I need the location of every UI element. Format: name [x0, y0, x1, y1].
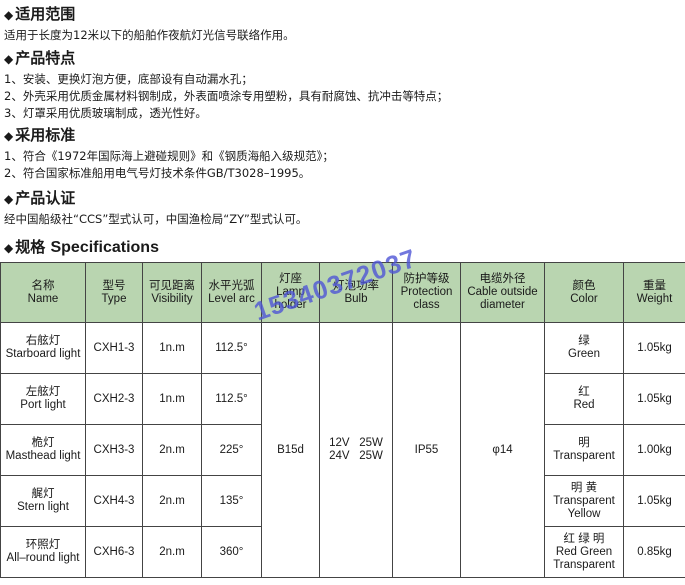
header-lamp-holder: 灯座 Lamp holder: [261, 262, 320, 323]
section-heading-standards: ◆ 采用标准: [4, 126, 76, 144]
cell-name: 桅灯 Masthead light: [0, 424, 86, 476]
cell-lamp-holder: B15d: [261, 322, 320, 578]
standard-line-2: 2、符合国家标准船用电气号灯技术条件GB/T3028–1995。: [4, 166, 311, 180]
cell-visibility: 2n.m: [142, 475, 202, 527]
cell-arc: 225°: [201, 424, 262, 476]
certification-text: 经中国船级社“CCS”型式认可，中国渔检局“ZY”型式认可。: [4, 212, 308, 226]
section-heading-features: ◆ 产品特点: [4, 49, 76, 67]
cell-visibility: 1n.m: [142, 373, 202, 425]
header-visibility: 可见距离 Visibility: [142, 262, 202, 323]
spec-table: 名称 Name 型号 Type 可见距离 Visibility 水平光弧 Level a…: [0, 262, 685, 578]
header-weight: 重量 Weight: [623, 262, 685, 323]
cell-visibility: 1n.m: [142, 322, 202, 374]
cell-weight: 0.85kg: [623, 526, 685, 578]
cell-weight: 1.00kg: [623, 424, 685, 476]
cell-protection: IP55: [392, 322, 461, 578]
cell-color: 红 绿 明 Red Green Transparent: [544, 526, 624, 578]
cell-arc: 135°: [201, 475, 262, 527]
cell-type: CXH3-3: [85, 424, 143, 476]
cell-type: CXH6-3: [85, 526, 143, 578]
cell-color: 红 Red: [544, 373, 624, 425]
header-name: 名称 Name: [0, 262, 86, 323]
cell-visibility: 2n.m: [142, 424, 202, 476]
header-protection: 防护等级 Protection class: [392, 262, 461, 323]
cell-name: 环照灯 All–round light: [0, 526, 86, 578]
cell-type: CXH4-3: [85, 475, 143, 527]
table-row: 右舷灯 Starboard light CXH1-3 1n.m 112.5° B1…: [0, 322, 685, 578]
cell-color: 绿 Green: [544, 322, 624, 374]
cell-weight: 1.05kg: [623, 475, 685, 527]
header-level-arc: 水平光弧 Level arc: [201, 262, 262, 323]
feature-line-1: 1、安装、更换灯泡方便，底部设有自动漏水孔；: [4, 72, 253, 86]
header-color: 颜色 Color: [544, 262, 624, 323]
cell-type: CXH2-3: [85, 373, 143, 425]
cell-color: 明 Transparent: [544, 424, 624, 476]
cell-visibility: 2n.m: [142, 526, 202, 578]
cell-cable: φ14: [460, 322, 545, 578]
section-heading-scope: ◆ 适用范围: [4, 5, 76, 23]
cell-arc: 112.5°: [201, 322, 262, 374]
cell-weight: 1.05kg: [623, 322, 685, 374]
cell-color: 明 黄 Transparent Yellow: [544, 475, 624, 527]
cell-bulb: 12V 25W 24V 25W: [319, 322, 393, 578]
cell-name: 艉灯 Stern light: [0, 475, 86, 527]
feature-line-2: 2、外壳采用优质金属材料钢制成，外表面喷涂专用塑粉，具有耐腐蚀、抗冲击等特点；: [4, 89, 449, 103]
feature-line-3: 3、灯罩采用优质玻璃制成，透光性好。: [4, 106, 207, 120]
header-type: 型号 Type: [85, 262, 143, 323]
scope-text: 适用于长度为12米以下的船舶作夜航灯光信号联络作用。: [4, 28, 295, 42]
spec-header-row: 名称 Name 型号 Type 可见距离 Visibility 水平光弧 Level a…: [0, 262, 685, 323]
spec-heading: ◆ 规格 Specifications: [4, 238, 159, 256]
standard-line-1: 1、符合《1972年国际海上避碰规则》和《钢质海船入级规范》；: [4, 149, 334, 163]
header-cable: 电缆外径 Cable outside diameter: [460, 262, 545, 323]
cell-type: CXH1-3: [85, 322, 143, 374]
cell-arc: 112.5°: [201, 373, 262, 425]
header-bulb: 灯泡功率 Bulb: [319, 262, 393, 323]
cell-weight: 1.05kg: [623, 373, 685, 425]
cell-name: 右舷灯 Starboard light: [0, 322, 86, 374]
section-heading-certification: ◆ 产品认证: [4, 189, 76, 207]
cell-name: 左舷灯 Port light: [0, 373, 86, 425]
cell-arc: 360°: [201, 526, 262, 578]
